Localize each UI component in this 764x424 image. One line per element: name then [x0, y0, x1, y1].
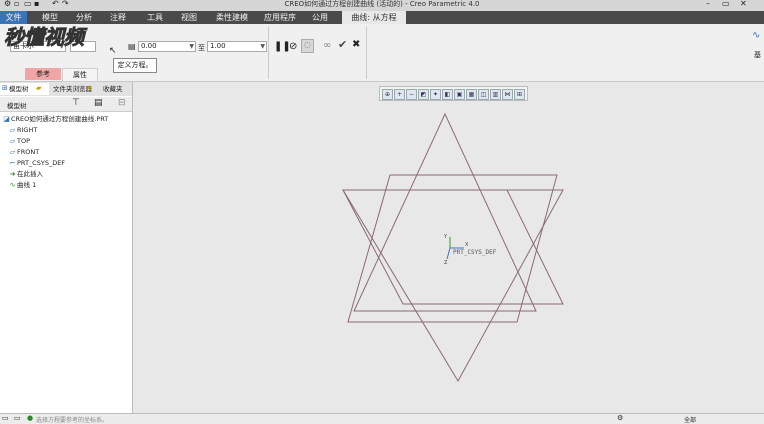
status-folder-icon[interactable]: ▭ — [14, 414, 21, 422]
tab-file[interactable]: 文件 — [0, 11, 27, 24]
tree-header-label: 模型树 — [7, 102, 27, 110]
open-icon[interactable]: ▭ — [24, 0, 32, 8]
csys-icon: ⌐ — [9, 159, 16, 167]
tab-analysis[interactable]: 分析 — [76, 11, 92, 24]
to-value-field[interactable]: 1.00 ▼ — [207, 41, 267, 52]
tree-item-csys[interactable]: ⌐ PRT_CSYS_DEF — [8, 158, 65, 168]
tree-item-right[interactable]: ▱ RIGHT — [8, 125, 38, 135]
from-value-field[interactable]: 0.00 ▼ — [138, 41, 196, 52]
base-label: 基 — [754, 51, 761, 59]
to-label: 至 — [198, 44, 205, 52]
tab-common[interactable]: 公用 — [312, 11, 328, 24]
status-panel-icon[interactable]: ▭ — [2, 414, 9, 422]
chevron-down-icon: ▼ — [189, 43, 194, 50]
star-icon: ★ — [86, 84, 93, 92]
model-tree-icon: ⊞ — [2, 84, 8, 92]
tree-settings-icon[interactable]: ▤ — [94, 98, 103, 108]
tab-model-tree-label: 模型树 — [9, 85, 29, 93]
axis-x-label: X — [465, 242, 469, 248]
tree-item-part[interactable]: ◪CREO如何通过方程创建曲线.PRT — [2, 114, 108, 124]
sketch-curve-icon[interactable]: ∿ — [752, 30, 760, 41]
tree-item-label: 曲线 1 — [17, 181, 37, 189]
redo-icon[interactable]: ↷ — [62, 0, 69, 8]
selection-filter-icon[interactable]: ⚙ — [617, 414, 623, 422]
panel-tabs: 模型树 文件夹浏览器 收藏夹 ⊞ ▰ ★ — [0, 82, 132, 96]
watermark-text: 秒懂视频 — [4, 25, 88, 49]
tab-applications[interactable]: 应用程序 — [264, 11, 296, 24]
from-value: 0.00 — [141, 42, 157, 50]
tree-item-label: PRT_CSYS_DEF — [17, 159, 66, 167]
verify-icon[interactable]: ∞ — [323, 40, 331, 51]
undo-icon[interactable]: ↶ — [52, 0, 59, 8]
datum-plane-icon: ▱ — [9, 126, 16, 134]
preview-icon[interactable]: ◌ — [301, 39, 314, 53]
model-viewport: PRT_CSYS_DEF X Y Z — [342, 112, 564, 383]
tree-item-label: 在此插入 — [17, 170, 43, 178]
datum-plane-icon: ▱ — [9, 148, 16, 156]
tree-item-label: FRONT — [17, 148, 40, 156]
tab-flexible-modeling[interactable]: 柔性建模 — [216, 11, 248, 24]
chevron-down-icon: ▼ — [260, 43, 265, 50]
tree-item-front[interactable]: ▱ FRONT — [8, 147, 39, 157]
status-info-icon: ● — [27, 414, 34, 422]
tab-annotate[interactable]: 注释 — [110, 11, 126, 24]
title-bar: CREO如何通过方程创建曲线 (活动的) - Creo Parametric 4… — [0, 0, 764, 11]
status-bar: ▭ ▭ ● 选择方程要参考的坐标系。 ⚙ 全部 — [0, 413, 764, 424]
tree-item-label: CREO如何通过方程创建曲线.PRT — [11, 115, 109, 123]
tree-header: 模型树 ⊤ ▤ ⊟ — [0, 97, 132, 112]
csys-label: PRT_CSYS_DEF — [453, 249, 497, 256]
tree-columns-icon[interactable]: ⊟ — [118, 98, 126, 108]
tree-item-label: RIGHT — [17, 126, 38, 134]
ok-icon[interactable]: ✔ — [338, 38, 347, 51]
watermark-logo: 秒懂视频 — [4, 25, 88, 50]
cancel-icon[interactable]: ✖ — [352, 39, 360, 50]
model-tree-panel: 模型树 文件夹浏览器 收藏夹 ⊞ ▰ ★ 模型树 ⊤ ▤ ⊟ ◪CREO如何通过… — [0, 82, 133, 413]
tree-filter-icon[interactable]: ⊤ — [72, 98, 80, 108]
tab-favorites[interactable]: 收藏夹 — [94, 83, 123, 95]
tab-tools[interactable]: 工具 — [147, 11, 163, 24]
menu-bar: 文件 模型 分析 注释 工具 视图 柔性建模 应用程序 公用 曲线: 从方程 — [0, 11, 764, 24]
tab-model[interactable]: 模型 — [42, 11, 58, 24]
window-title: CREO如何通过方程创建曲线 (活动的) - Creo Parametric 4… — [284, 0, 480, 8]
tab-view[interactable]: 视图 — [181, 11, 197, 24]
tooltip: 定义方程。 — [113, 58, 157, 73]
graphics-window[interactable]: ⊕ + − ◩ ✦ ◧ ▣ ▦ ◫ ▥ ⋈ ⊞ PRT_CSYS_DEF X Y… — [133, 82, 764, 413]
app-icon[interactable]: ⚙ — [4, 0, 11, 8]
part-icon: ◪ — [3, 115, 10, 123]
tab-folder-browser[interactable]: 文件夹浏览器 — [44, 83, 92, 95]
insert-arrow-icon: ➜ — [9, 170, 16, 178]
tree-item-top[interactable]: ▱ TOP — [8, 136, 30, 146]
divider — [366, 26, 367, 79]
minimize-button[interactable]: – — [706, 0, 710, 8]
axis-y-label: Y — [443, 234, 448, 240]
datum-plane-icon: ▱ — [9, 137, 16, 145]
divider — [268, 26, 269, 79]
tree-item-insert-here[interactable]: ➜ 在此插入 — [8, 169, 43, 179]
tree-item-label: TOP — [17, 137, 31, 145]
to-value: 1.00 — [210, 42, 226, 50]
curve-icon: ∿ — [9, 181, 16, 189]
tree-item-curve[interactable]: ∿ 曲线 1 — [8, 180, 37, 190]
tab-favorites-label: 收藏夹 — [103, 85, 123, 93]
folder-icon: ▰ — [36, 84, 42, 92]
new-icon[interactable]: ▫ — [14, 0, 19, 8]
tab-references[interactable]: 参考 — [25, 68, 61, 80]
tab-properties[interactable]: 属性 — [62, 68, 98, 82]
restore-button[interactable]: ▭ — [722, 0, 730, 8]
parallelogram-curve-2 — [342, 189, 564, 305]
save-icon[interactable]: ▪ — [34, 0, 39, 8]
csys-z-axis — [446, 247, 451, 260]
no-preview-icon[interactable]: ⊘ — [289, 41, 297, 52]
triangle-curve-up — [353, 112, 537, 312]
axis-z-label: Z — [444, 260, 448, 266]
close-button[interactable]: ✕ — [740, 0, 747, 8]
tab-curve-from-equation[interactable]: 曲线: 从方程 — [342, 11, 406, 24]
